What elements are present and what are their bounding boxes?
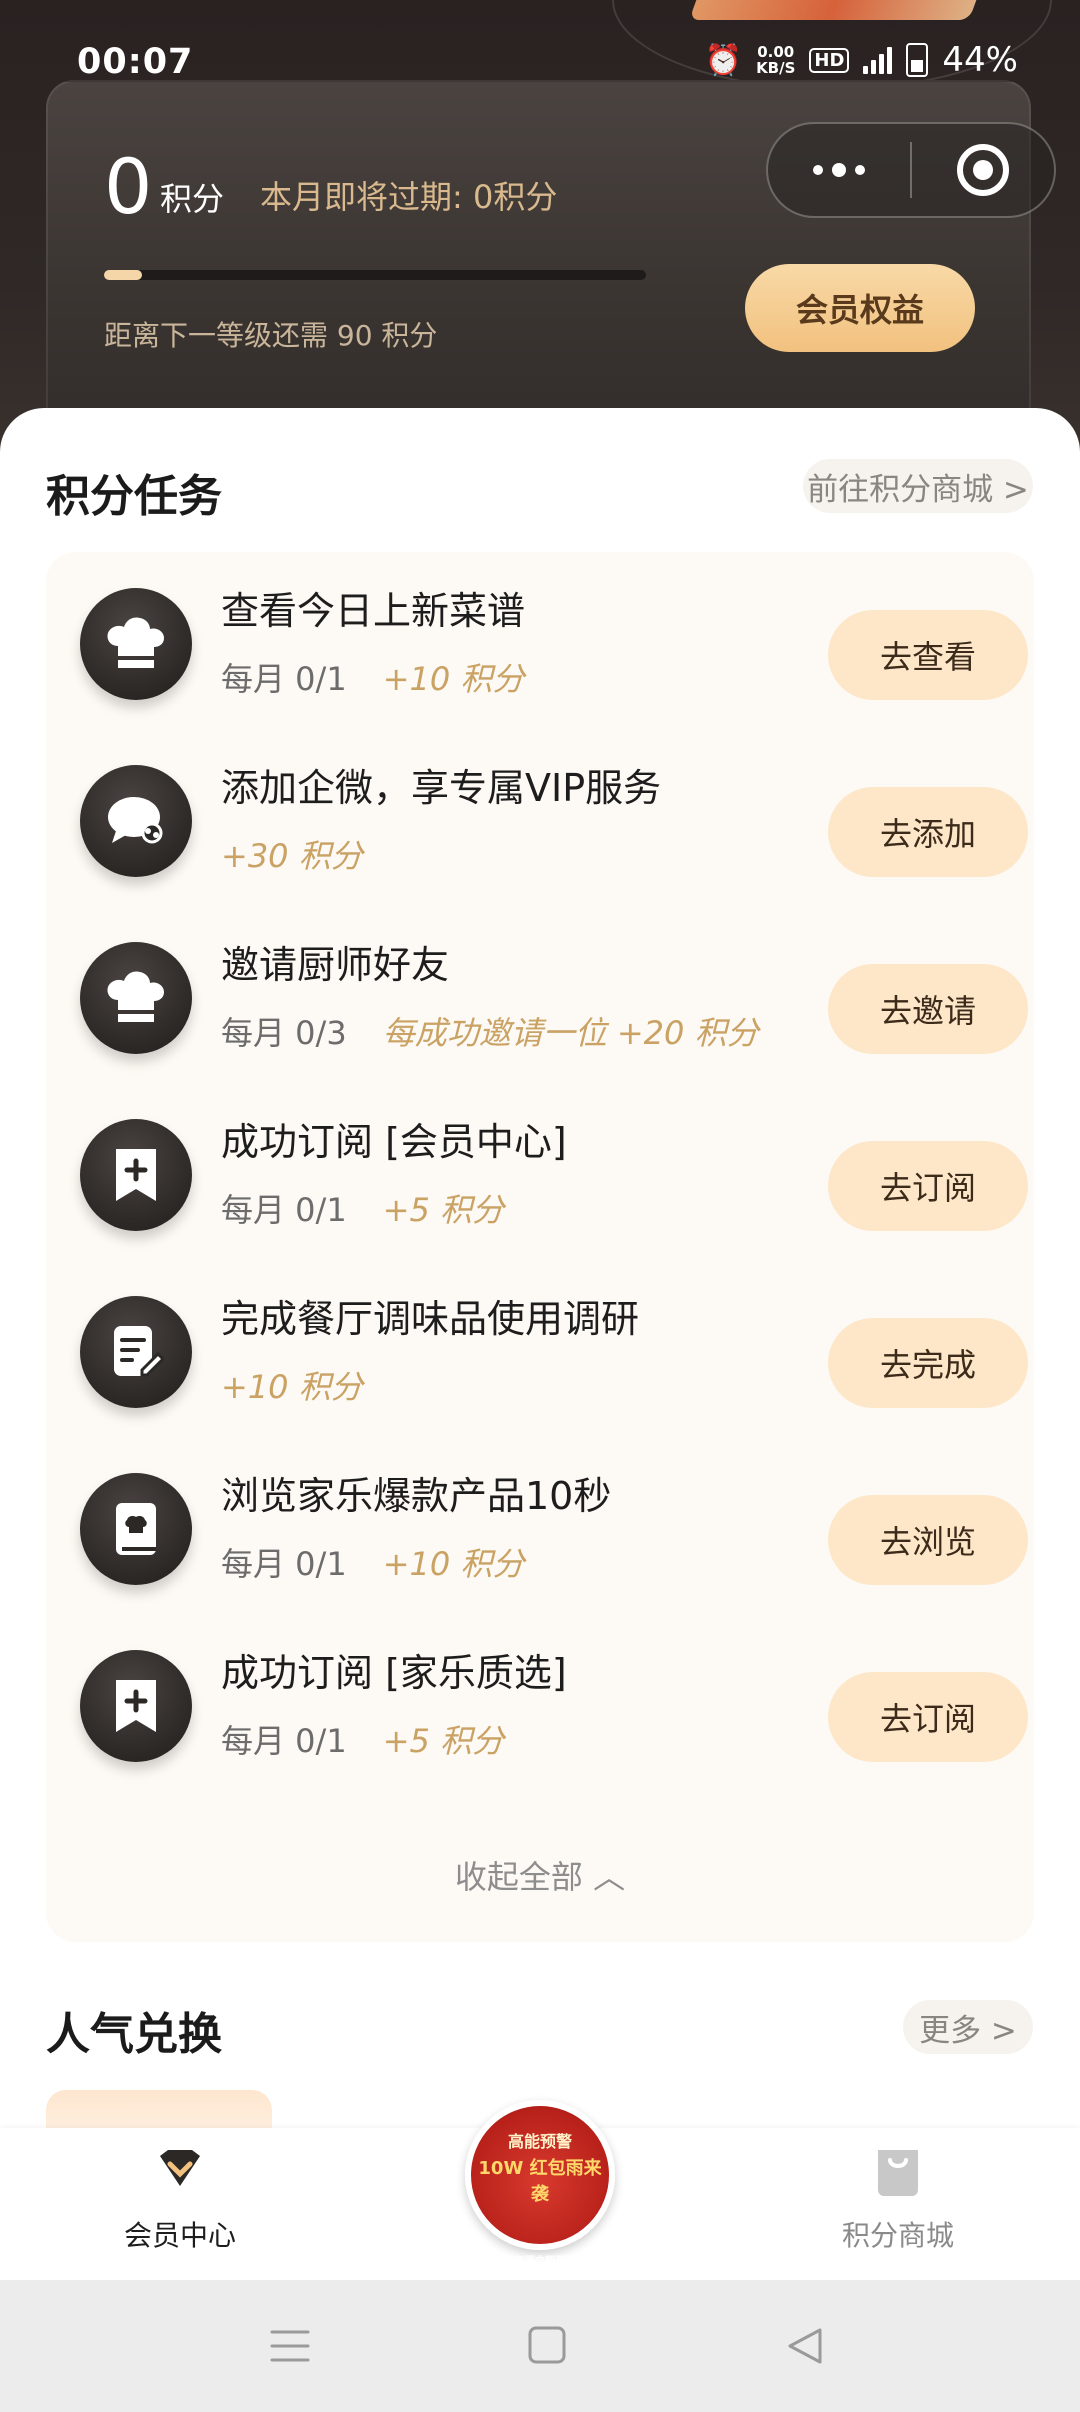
task-action-button[interactable]: 去邀请 [828,964,1028,1054]
net-speed: 0.00 KB/S [756,43,796,77]
battery-icon [906,43,929,77]
task-action-button[interactable]: 去完成 [828,1318,1028,1408]
survey-edit-icon [80,1296,192,1408]
battery-level: 44% [942,40,1018,80]
task-action-button[interactable]: 去订阅 [828,1141,1028,1231]
status-time: 00:07 [77,42,194,82]
bookmark-plus-icon [80,1650,192,1762]
task-progress: 每月 0/1 [221,1191,347,1229]
task-action-button[interactable]: 去查看 [828,610,1028,700]
book-icon [80,1473,192,1585]
tab-label: 会员中心 [123,2219,236,2252]
task-item: 浏览家乐爆款产品10秒 每月 0/1 +10 积分 去浏览 [46,1437,1034,1614]
task-item: 完成餐厅调味品使用调研 +10 积分 去完成 [46,1260,1034,1437]
go-to-points-mall-link[interactable]: 前往积分商城 > [803,459,1033,513]
task-title: 成功订阅 [会员中心] [221,1120,567,1164]
shopping-bag-icon [878,2150,918,2196]
task-reward: +30 积分 [221,837,363,875]
task-progress: 每月 0/3 [221,1014,347,1052]
task-action-button[interactable]: 去订阅 [828,1672,1028,1762]
task-reward: +5 积分 [382,1191,505,1229]
chat-bubble-icon [80,765,192,877]
task-progress: 每月 0/1 [221,1545,347,1583]
bookmark-plus-icon [80,1119,192,1231]
header-decoration-graphic [689,0,991,20]
more-dots-icon [813,163,865,177]
signal-icon [863,46,893,74]
chef-hat-icon [80,942,192,1054]
points-value: 0 [104,142,153,231]
task-progress: 每月 0/1 [221,660,347,698]
task-reward: +10 积分 [221,1368,363,1406]
hd-indicator: HD [809,47,850,73]
task-title: 查看今日上新菜谱 [221,589,526,633]
task-reward: 每成功邀请一位 +20 积分 [382,1014,759,1052]
tab-member-center[interactable]: 会员中心 [80,2144,280,2254]
task-item: 添加企微，享专属VIP服务 +30 积分 去添加 [46,729,1034,906]
points-unit: 积分 [160,180,225,218]
task-title: 成功订阅 [家乐质选] [221,1651,567,1695]
level-progress-bar [104,270,646,280]
chef-hat-icon [80,588,192,700]
miniprogram-capsule [766,122,1056,218]
next-level-text: 距离下一等级还需 90 积分 [104,319,438,352]
task-item: 邀请厨师好友 每月 0/3 每成功邀请一位 +20 积分 去邀请 [46,906,1034,1083]
task-reward: +10 积分 [382,1545,525,1583]
alarm-icon: ⏰ [704,42,743,78]
red-packet-promo-badge[interactable]: 高能预警 10W 红包雨来袭 红包雨立即开抢 [465,2100,615,2267]
task-item: 查看今日上新菜谱 每月 0/1 +10 积分 去查看 [46,552,1034,729]
task-reward: +5 积分 [382,1722,505,1760]
system-nav-bar [0,2280,1080,2412]
task-list: 查看今日上新菜谱 每月 0/1 +10 积分 去查看 添加企微，享专属VIP服务… [46,552,1034,1942]
promo-line2: 10W 红包雨来袭 [478,2158,602,2205]
menu-icon[interactable] [268,2326,312,2366]
task-item: 成功订阅 [会员中心] 每月 0/1 +5 积分 去订阅 [46,1083,1034,1260]
more-exchange-link[interactable]: 更多 > [903,2000,1033,2054]
home-icon[interactable] [526,2326,570,2366]
more-menu-button[interactable] [768,124,910,216]
task-title: 完成餐厅调味品使用调研 [221,1297,640,1341]
task-action-button[interactable]: 去添加 [828,787,1028,877]
task-reward: +10 积分 [382,660,525,698]
target-icon [956,144,1009,196]
task-progress: 每月 0/1 [221,1722,347,1760]
exchange-section-title: 人气兑换 [46,2009,222,2060]
promo-line1: 高能预警 [507,2132,572,2151]
member-benefits-button[interactable]: 会员权益 [745,264,975,352]
task-item: 成功订阅 [家乐质选] 每月 0/1 +5 积分 去订阅 [46,1614,1034,1791]
promo-line3: 红包雨立即开抢 [505,2256,575,2267]
task-title: 邀请厨师好友 [221,943,450,987]
task-action-button[interactable]: 去浏览 [828,1495,1028,1585]
task-title: 浏览家乐爆款产品10秒 [221,1474,612,1518]
back-icon[interactable] [784,2326,828,2366]
tasks-section-title: 积分任务 [46,471,222,522]
task-title: 添加企微，享专属VIP服务 [221,766,662,810]
level-progress-fill [104,270,142,280]
close-miniprogram-button[interactable] [912,124,1054,216]
collapse-all-button[interactable]: 收起全部 ︿ [46,1852,1034,1898]
status-icons: ⏰ 0.00 KB/S HD 44% [705,40,1018,80]
tab-points-mall[interactable]: 积分商城 [798,2144,998,2254]
diamond-icon [160,2150,200,2186]
tab-label: 积分商城 [841,2219,954,2252]
points-expire-text: 本月即将过期: 0积分 [260,178,558,216]
